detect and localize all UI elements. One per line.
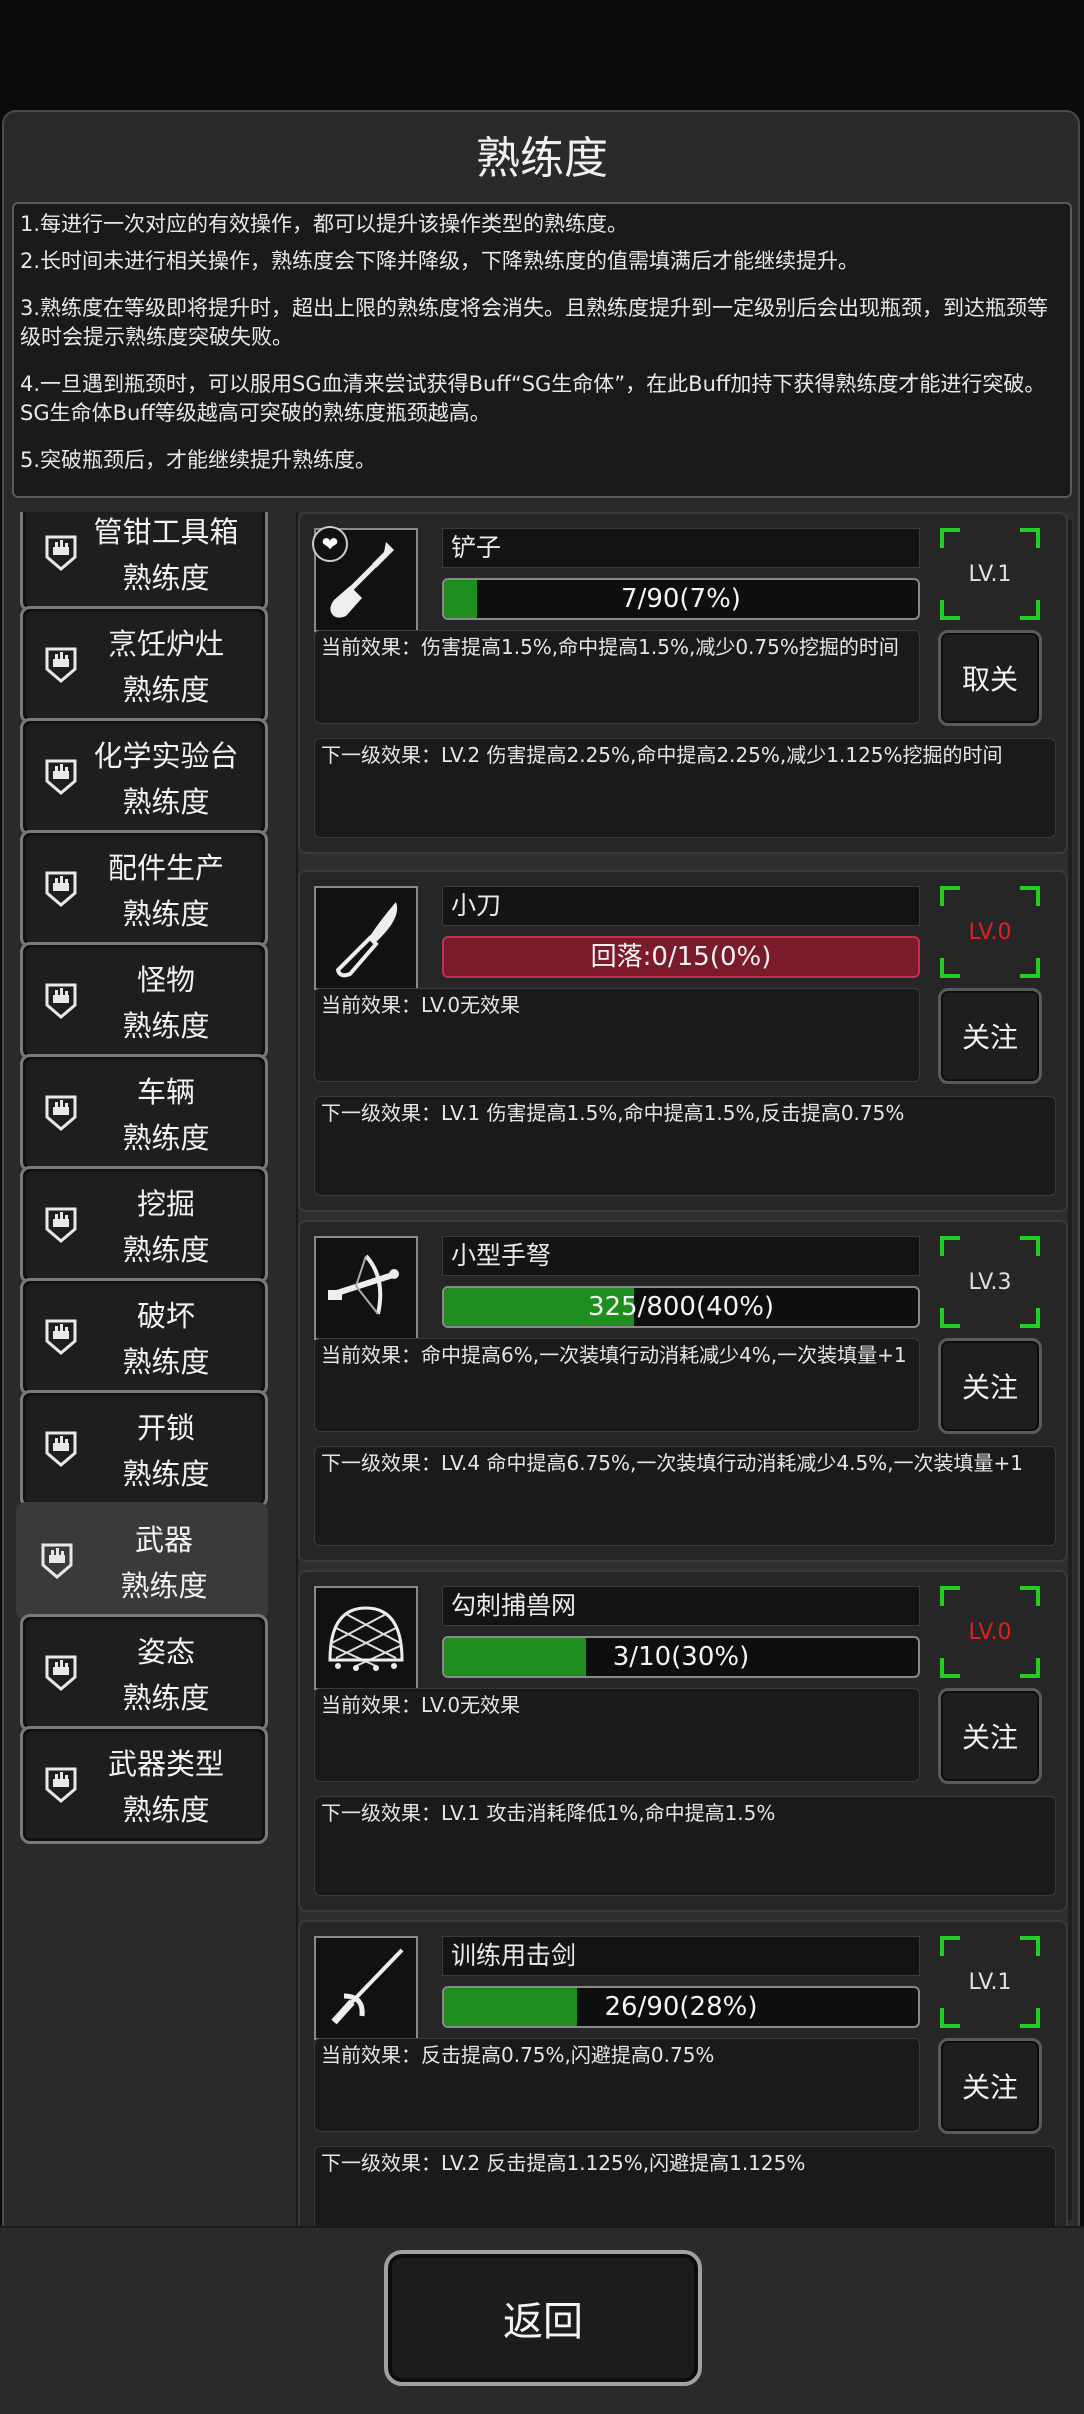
next-effect: 下一级效果：LV.1 伤害提高1.5%,命中提高1.5%,反击提高0.75%: [314, 1096, 1056, 1196]
category-label: 武器类型: [107, 1747, 224, 1781]
category-sublabel: 熟练度: [122, 1457, 210, 1491]
current-effect: 当前效果：命中提高6%,一次装填行动消耗减少4%,一次装填量+1: [314, 1338, 920, 1432]
category-label: 车辆: [136, 1075, 195, 1109]
progress-text: 7/90(7%): [621, 584, 741, 614]
level-text: LV.0: [968, 919, 1012, 945]
category-label: 烹饪炉灶: [107, 627, 224, 661]
skill-icon-frame[interactable]: [314, 1936, 418, 2040]
skill-card: ❤ 铲子 7/90(7%) LV.1 当前效果：伤害提高1.5%,命中提高1.5%,减少…: [298, 512, 1068, 854]
category-item[interactable]: 管钳工具箱 熟练度: [20, 512, 268, 612]
next-effect: 下一级效果：LV.1 攻击消耗降低1%,命中提高1.5%: [314, 1796, 1056, 1896]
category-item[interactable]: 化学实验台 熟练度: [20, 718, 268, 836]
rules-box: 1.每进行一次对应的有效操作，都可以提升该操作类型的熟练度。 2.长时间未进行相…: [12, 202, 1072, 498]
skill-icon-frame[interactable]: [314, 1586, 418, 1690]
rule-3: 3.熟练度在等级即将提升时，超出上限的熟练度将会消失。且熟练度提升到一定级别后会…: [20, 296, 1049, 349]
follow-button[interactable]: 关注: [938, 988, 1042, 1084]
category-label: 挖掘: [136, 1187, 195, 1221]
progress-text: 回落:0/15(0%): [590, 942, 772, 972]
level-badge: LV.1: [940, 1936, 1040, 2028]
category-sublabel: 熟练度: [122, 1345, 210, 1379]
category-label: 怪物: [136, 963, 195, 997]
category-item[interactable]: 车辆 熟练度: [20, 1054, 268, 1172]
category-sublabel: 熟练度: [122, 897, 210, 931]
progress-bar: 325/800(40%): [442, 1286, 920, 1328]
next-effect: 下一级效果：LV.2 反击提高1.125%,闪避提高1.125%: [314, 2146, 1056, 2226]
category-item[interactable]: 挖掘 熟练度: [20, 1166, 268, 1284]
category-sublabel: 熟练度: [122, 1121, 210, 1155]
category-item[interactable]: 怪物 熟练度: [20, 942, 268, 1060]
progress-bar: 26/90(28%): [442, 1986, 920, 2028]
category-label: 破坏: [136, 1299, 195, 1333]
rule-4: 4.一旦遇到瓶颈时，可以服用SG血清来尝试获得Buff“SG生命体”，在此Buf…: [20, 372, 1046, 425]
skill-name: 铲子: [442, 528, 920, 568]
follow-button[interactable]: 关注: [938, 1338, 1042, 1434]
category-item[interactable]: 配件生产 熟练度: [20, 830, 268, 948]
category-label: 姿态: [136, 1635, 195, 1669]
current-effect: 当前效果：伤害提高1.5%,命中提高1.5%,减少0.75%挖掘的时间: [314, 630, 920, 724]
follow-button[interactable]: 关注: [938, 2038, 1042, 2134]
level-badge: LV.3: [940, 1236, 1040, 1328]
rule-1: 1.每进行一次对应的有效操作，都可以提升该操作类型的熟练度。: [20, 212, 629, 236]
level-text: LV.3: [968, 1269, 1012, 1295]
category-sublabel: 熟练度: [122, 1233, 210, 1267]
level-text: LV.1: [968, 561, 1012, 587]
category-label: 化学实验台: [93, 739, 239, 773]
category-sublabel: 熟练度: [120, 1569, 208, 1603]
progress-bar: 回落:0/15(0%): [442, 936, 920, 978]
skill-name: 训练用击剑: [442, 1936, 920, 1976]
page-title: 熟练度: [476, 133, 608, 184]
category-item[interactable]: 武器 熟练度: [16, 1502, 268, 1620]
level-badge: LV.0: [940, 886, 1040, 978]
progress-bar: 3/10(30%): [442, 1636, 920, 1678]
skill-card: 训练用击剑 26/90(28%) LV.1 当前效果：反击提高0.75%,闪避提高0.…: [298, 1920, 1068, 2226]
skill-name: 勾刺捕兽网: [442, 1586, 920, 1626]
back-button[interactable]: 返回: [384, 2250, 702, 2386]
next-effect: 下一级效果：LV.2 伤害提高2.25%,命中提高2.25%,减少1.125%挖…: [314, 738, 1056, 838]
skill-list[interactable]: ❤ 铲子 7/90(7%) LV.1 当前效果：伤害提高1.5%,命中提高1.5%,减少…: [296, 512, 1074, 2226]
category-item[interactable]: 破坏 熟练度: [20, 1278, 268, 1396]
skill-icon-frame[interactable]: ❤: [312, 526, 418, 632]
skill-name: 小刀: [442, 886, 920, 926]
current-effect: 当前效果：LV.0无效果: [314, 988, 920, 1082]
progress-text: 26/90(28%): [604, 1992, 758, 2022]
category-label: 武器: [134, 1523, 193, 1557]
heart-icon[interactable]: ❤: [312, 526, 348, 562]
category-label: 管钳工具箱: [93, 515, 239, 549]
category-sublabel: 熟练度: [122, 1009, 210, 1043]
rule-2: 2.长时间未进行相关操作，熟练度会下降并降级，下降熟练度的值需填满后才能继续提升…: [20, 249, 860, 273]
category-item[interactable]: 姿态 熟练度: [20, 1614, 268, 1732]
skill-card: 小刀回落:0/15(0%) LV.0 当前效果：LV.0无效果 关注下一级效果：LV.…: [298, 870, 1068, 1212]
progress-bar: 7/90(7%): [442, 578, 920, 620]
skill-card: 小型手弩 325/800(40%) LV.3 当前效果：命中提高6%,一次装填行动消耗…: [298, 1220, 1068, 1562]
category-sublabel: 熟练度: [122, 1793, 210, 1827]
follow-button[interactable]: 关注: [938, 1688, 1042, 1784]
skill-icon-frame[interactable]: [314, 1236, 418, 1340]
skill-card: 勾刺捕兽网 3/10(30%) LV.0 当前效果：LV.0无效果 关注下一级效果：LV…: [298, 1570, 1068, 1912]
category-list[interactable]: 管钳工具箱 熟练度 烹饪炉灶 熟练度 化学实验台 熟练度 配件生产 熟练度 怪物 熟练度 车辆 熟练度…: [8, 512, 278, 2226]
category-sublabel: 熟练度: [122, 673, 210, 707]
skill-name: 小型手弩: [442, 1236, 920, 1276]
skill-icon-frame[interactable]: [314, 886, 418, 990]
progress-text: 325/800(40%): [587, 1292, 775, 1322]
progress-text: 3/10(30%): [612, 1642, 750, 1672]
level-text: LV.1: [968, 1969, 1012, 1995]
category-sublabel: 熟练度: [122, 561, 210, 595]
next-effect: 下一级效果：LV.4 命中提高6.75%,一次装填行动消耗减少4.5%,一次装填…: [314, 1446, 1056, 1546]
scrollbar[interactable]: [1068, 520, 1072, 2220]
category-sublabel: 熟练度: [122, 1681, 210, 1715]
category-sublabel: 熟练度: [122, 785, 210, 819]
category-item[interactable]: 烹饪炉灶 熟练度: [20, 606, 268, 724]
category-label: 开锁: [136, 1411, 195, 1445]
follow-button[interactable]: 取关: [938, 630, 1042, 726]
level-text: LV.0: [968, 1619, 1012, 1645]
level-badge: LV.1: [940, 528, 1040, 620]
level-badge: LV.0: [940, 1586, 1040, 1678]
category-label: 配件生产: [107, 851, 224, 885]
current-effect: 当前效果：反击提高0.75%,闪避提高0.75%: [314, 2038, 920, 2132]
category-item[interactable]: 开锁 熟练度: [20, 1390, 268, 1508]
rule-5: 5.突破瓶颈后，才能继续提升熟练度。: [20, 448, 377, 472]
current-effect: 当前效果：LV.0无效果: [314, 1688, 920, 1782]
category-item[interactable]: 武器类型 熟练度: [20, 1726, 268, 1844]
